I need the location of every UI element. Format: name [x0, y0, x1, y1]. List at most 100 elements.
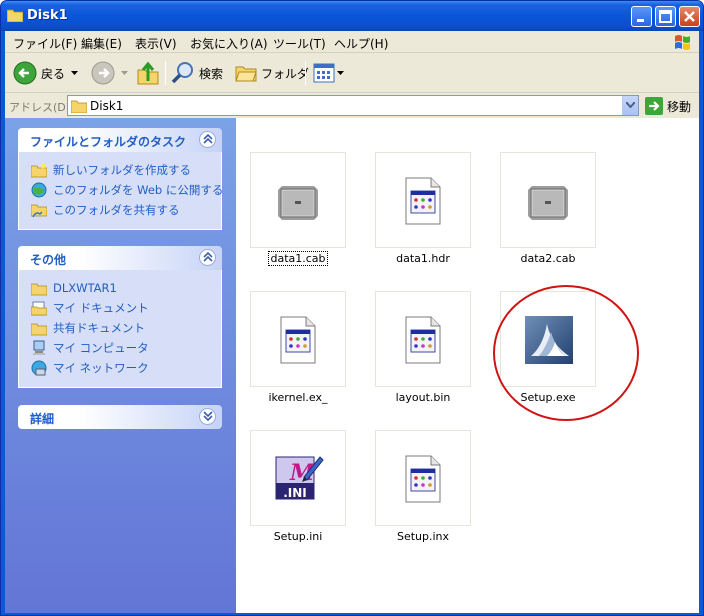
- details-header[interactable]: 詳細: [18, 405, 222, 429]
- annotation-circle: [493, 285, 639, 421]
- file-folder-tasks-header[interactable]: ファイルとフォルダのタスク: [18, 128, 222, 152]
- up-folder-button[interactable]: [137, 61, 159, 85]
- new-folder-icon: [31, 163, 47, 178]
- standard-toolbar: 戻る 検索 フォルダ: [5, 53, 699, 93]
- svg-text:.INI: .INI: [283, 486, 307, 500]
- menu-edit[interactable]: 編集(E): [81, 35, 122, 52]
- file-name: Setup.ini: [273, 530, 323, 543]
- menu-help[interactable]: ヘルプ(H): [334, 35, 388, 52]
- file-name: layout.bin: [395, 391, 451, 404]
- document-icon: [280, 316, 316, 364]
- panel-title: 詳細: [30, 412, 55, 426]
- search-button[interactable]: 検索: [171, 61, 223, 85]
- computer-icon: [33, 340, 45, 355]
- file-name: ikernel.ex_: [268, 391, 328, 404]
- folders-label: フォルダ: [261, 66, 310, 81]
- place-my-network[interactable]: マイ ネットワーク: [31, 360, 149, 376]
- forward-arrow-icon: [91, 61, 115, 85]
- file-name: data2.cab: [520, 252, 576, 265]
- go-label: 移動: [667, 99, 692, 114]
- file-thumbnail[interactable]: .INI M: [250, 430, 346, 526]
- file-name: Setup.inx: [396, 530, 450, 543]
- file-thumbnail[interactable]: [250, 152, 346, 248]
- back-button[interactable]: 戻る: [13, 61, 79, 85]
- folders-button[interactable]: フォルダ: [235, 61, 309, 85]
- file-name: data1.cab: [268, 251, 328, 266]
- maximize-icon: [659, 10, 672, 23]
- task-new-folder[interactable]: 新しいフォルダを作成する: [31, 162, 191, 178]
- network-icon: [31, 360, 47, 376]
- back-arrow-icon: [13, 61, 37, 85]
- collapse-button[interactable]: [199, 131, 216, 148]
- menu-file[interactable]: ファイル(F): [13, 35, 77, 52]
- expand-button[interactable]: [199, 408, 216, 425]
- file-thumbnail[interactable]: [250, 291, 346, 387]
- my-documents-icon: [31, 301, 47, 316]
- minimize-button[interactable]: [631, 6, 652, 27]
- back-label: 戻る: [41, 66, 66, 81]
- cabinet-icon: [278, 186, 318, 220]
- views-button[interactable]: [313, 61, 344, 85]
- task-share-folder[interactable]: このフォルダを共有する: [31, 202, 180, 218]
- folder-icon: [71, 100, 87, 113]
- menu-tools[interactable]: ツール(T): [273, 35, 326, 52]
- window-client: ファイル(F) 編集(E) 表示(V) お気に入り(A) ツール(T) ヘルプ(…: [5, 31, 699, 613]
- go-button[interactable]: 移動: [645, 97, 691, 115]
- folder-icon: [31, 323, 47, 336]
- toolbar-separator: [165, 61, 166, 85]
- file-name: data1.hdr: [396, 252, 450, 265]
- views-icon: [313, 63, 335, 83]
- folder-icon: [31, 283, 47, 296]
- explorer-window: Disk1 ファイル(F) 編集(E) 表示(V) お気に入り(A) ツール(T…: [0, 0, 704, 616]
- title-bar[interactable]: Disk1: [1, 1, 703, 31]
- file-thumbnail[interactable]: [375, 430, 471, 526]
- chevron-down-icon: [337, 70, 344, 75]
- globe-icon: [31, 182, 47, 198]
- file-folder-tasks-panel: 新しいフォルダを作成する このフォルダを Web に公開する このフォルダを共有…: [18, 152, 223, 230]
- address-input[interactable]: Disk1: [67, 95, 639, 116]
- cabinet-icon: [528, 186, 568, 220]
- close-icon: [684, 11, 695, 22]
- file-thumbnail[interactable]: [500, 152, 596, 248]
- address-label: アドレス(D): [9, 101, 71, 114]
- other-places-header[interactable]: その他: [18, 246, 222, 270]
- minimize-icon: [637, 19, 644, 22]
- maximize-button[interactable]: [655, 6, 676, 27]
- chevron-up-icon: [203, 134, 213, 144]
- file-thumbnail[interactable]: [375, 291, 471, 387]
- close-button[interactable]: [679, 6, 700, 27]
- document-icon: [405, 177, 441, 225]
- address-dropdown-button[interactable]: [622, 96, 638, 115]
- collapse-button[interactable]: [199, 249, 216, 266]
- ini-file-icon: .INI M: [275, 456, 324, 500]
- chevron-down-icon: [71, 70, 79, 75]
- panel-title: ファイルとフォルダのタスク: [30, 135, 187, 149]
- address-bar: アドレス(D) Disk1 移動: [5, 94, 699, 118]
- search-label: 検索: [199, 66, 224, 81]
- folders-icon: [235, 66, 257, 82]
- forward-button[interactable]: [91, 61, 128, 85]
- window-title: Disk1: [27, 8, 68, 23]
- chevron-down-icon: [121, 70, 128, 75]
- other-places-panel: DLXWTAR1 マイ ドキュメント 共有ドキュメント マイ コンピュータ マイ…: [18, 270, 222, 388]
- folder-icon: [7, 9, 23, 22]
- windows-logo-icon: [675, 35, 690, 50]
- menu-view[interactable]: 表示(V): [135, 35, 177, 52]
- shared-folder-icon: [31, 204, 47, 218]
- address-value: Disk1: [90, 99, 124, 113]
- folder-up-icon: [137, 61, 159, 85]
- document-icon: [405, 455, 441, 503]
- place-my-documents[interactable]: マイ ドキュメント: [31, 300, 149, 316]
- place-my-computer[interactable]: マイ コンピュータ: [31, 340, 149, 356]
- toolbar-separator: [305, 61, 306, 85]
- file-thumbnail[interactable]: [375, 152, 471, 248]
- search-icon: [171, 62, 193, 84]
- place-shared-documents[interactable]: 共有ドキュメント: [31, 320, 145, 336]
- chevron-down-icon: [626, 102, 635, 108]
- task-publish-web[interactable]: このフォルダを Web に公開する: [31, 182, 223, 198]
- file-view: data1.cab data1.hdr data2.cab ikernel.ex…: [236, 118, 699, 613]
- task-pane: ファイルとフォルダのタスク 新しいフォルダを作成する このフォルダを Web に…: [5, 118, 236, 613]
- menu-favorites[interactable]: お気に入り(A): [190, 35, 268, 52]
- chevron-up-icon: [203, 252, 213, 262]
- place-dlxwtar1[interactable]: DLXWTAR1: [31, 280, 117, 296]
